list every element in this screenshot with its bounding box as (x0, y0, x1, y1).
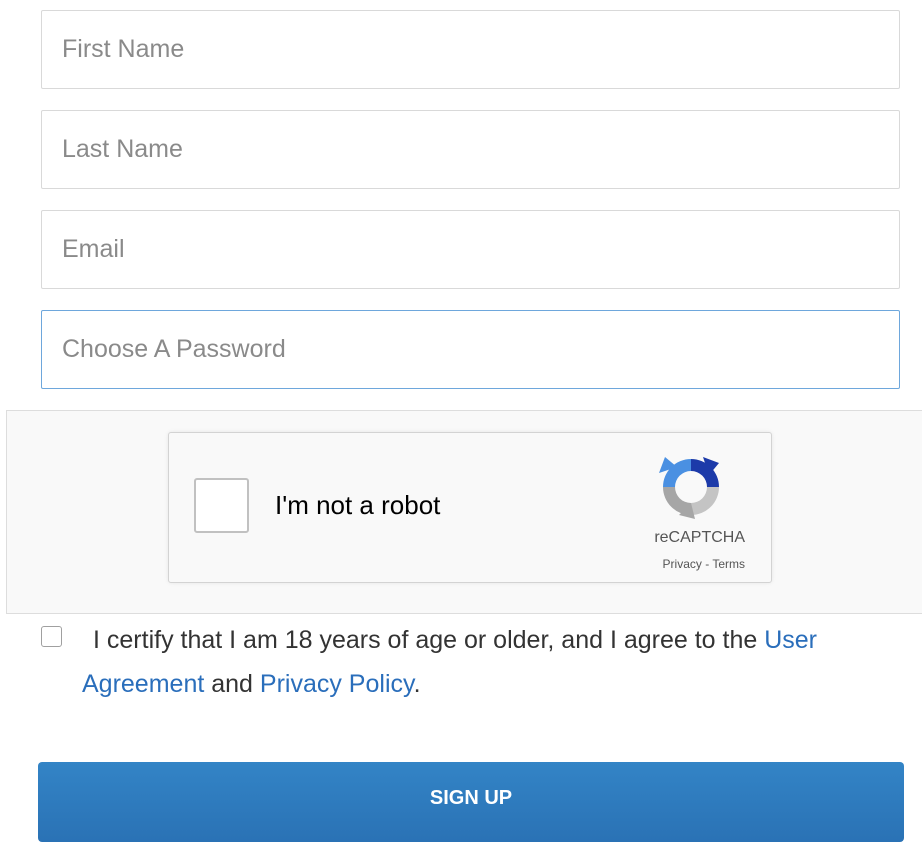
user-agreement-link-cont[interactable]: Agreement (82, 670, 204, 698)
age-agreement-checkbox[interactable] (41, 626, 62, 647)
recaptcha-brand-label: reCAPTCHA (654, 529, 745, 546)
first-name-input[interactable] (42, 11, 899, 88)
agreement-text-before: I certify that I am 18 years of age or o… (93, 626, 765, 654)
recaptcha-logo-icon (659, 457, 719, 519)
recaptcha-privacy-link[interactable]: Privacy (663, 557, 702, 571)
recaptcha-terms-link[interactable]: Terms (712, 557, 745, 571)
user-agreement-link[interactable]: User (764, 626, 817, 654)
captcha-label: I'm not a robot (275, 490, 441, 520)
recaptcha-widget: I'm not a robot reCAPTCHA Privacy - Term… (168, 432, 772, 583)
last-name-field[interactable] (41, 110, 900, 189)
first-name-field[interactable] (41, 10, 900, 89)
privacy-policy-link[interactable]: Privacy Policy (260, 670, 414, 698)
captcha-container: I'm not a robot reCAPTCHA Privacy - Term… (6, 410, 922, 614)
recaptcha-links-separator: - (701, 557, 713, 571)
agreement-line-1: I certify that I am 18 years of age or o… (93, 618, 817, 662)
last-name-input[interactable] (42, 111, 899, 188)
agreement-text-middle: and (204, 670, 260, 698)
sign-up-button[interactable]: SIGN UP (38, 762, 904, 842)
password-field[interactable] (41, 310, 900, 389)
recaptcha-links: Privacy - Terms (663, 557, 745, 571)
password-input[interactable] (42, 311, 899, 388)
agreement-line-2: Agreement and Privacy Policy. (82, 662, 421, 706)
agreement-text-end: . (413, 670, 421, 698)
email-field[interactable] (41, 210, 900, 289)
captcha-checkbox[interactable] (194, 478, 249, 533)
email-input[interactable] (42, 211, 899, 288)
